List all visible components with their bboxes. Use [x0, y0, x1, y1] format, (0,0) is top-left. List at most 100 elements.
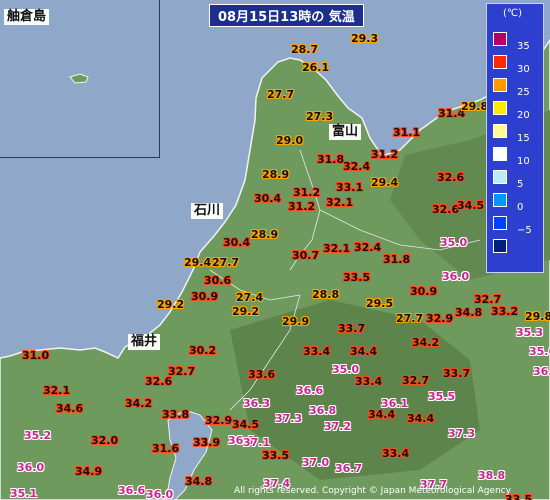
- legend-label: 30: [517, 64, 530, 75]
- legend-unit: (℃): [503, 8, 523, 19]
- temperature-reading: 28.7: [291, 43, 319, 56]
- temperature-reading: 30.7: [292, 249, 320, 262]
- temperature-reading: 36.6: [118, 484, 146, 497]
- legend-row: 35: [493, 32, 543, 52]
- legend-swatch: [493, 124, 507, 138]
- legend-swatch: [493, 55, 507, 69]
- temperature-reading: 31.6: [152, 442, 180, 455]
- temperature-reading: 34.5: [457, 199, 485, 212]
- temperature-reading: 36.5: [533, 365, 550, 378]
- temperature-reading: 34.8: [455, 306, 483, 319]
- temperature-reading: 29.2: [232, 305, 260, 318]
- temperature-reading: 34.4: [368, 408, 396, 421]
- legend-row: 5: [493, 170, 543, 190]
- temperature-reading: 33.8: [162, 408, 190, 421]
- legend-row: 20: [493, 101, 543, 121]
- temperature-reading: 27.7: [396, 312, 424, 325]
- temperature-reading: 28.9: [262, 168, 290, 181]
- temperature-reading: 33.4: [355, 375, 383, 388]
- legend-swatch: [493, 216, 507, 230]
- temperature-reading: 31.0: [22, 349, 50, 362]
- legend-label: 35: [517, 41, 530, 52]
- temperature-reading: 27.7: [212, 256, 240, 269]
- temperature-reading: 36.0: [17, 461, 45, 474]
- temperature-reading: 27.4: [236, 291, 264, 304]
- temperature-reading: 36.0: [146, 488, 174, 500]
- temperature-reading: 29.2: [157, 298, 185, 311]
- temperature-reading: 27.3: [306, 110, 334, 123]
- temperature-reading: 32.9: [426, 312, 454, 325]
- temperature-reading: 32.7: [402, 374, 430, 387]
- temperature-reading: 33.1: [336, 181, 364, 194]
- temperature-reading: 34.2: [125, 397, 153, 410]
- inset-label: 舳倉島: [4, 9, 50, 25]
- temperature-reading: 35.0: [440, 236, 468, 249]
- temperature-reading: 33.5: [343, 271, 371, 284]
- legend-row: [493, 239, 543, 255]
- temperature-reading: 34.6: [56, 402, 84, 415]
- temperature-reading: 31.1: [393, 126, 421, 139]
- temperature-reading: 35.2: [24, 429, 52, 442]
- temperature-reading: 33.7: [338, 322, 366, 335]
- legend-row: 10: [493, 147, 543, 167]
- legend: (℃) 35 30 25 20 15 10 5 0 −5: [486, 3, 544, 273]
- prefecture-label-fukui: 福井: [128, 334, 161, 350]
- temperature-reading: 32.6: [432, 203, 460, 216]
- temperature-reading: 34.2: [412, 336, 440, 349]
- legend-swatch: [493, 32, 507, 46]
- temperature-reading: 29.8: [525, 310, 550, 323]
- legend-label: −5: [517, 225, 532, 236]
- temperature-reading: 36.8: [309, 404, 337, 417]
- legend-label: 25: [517, 87, 530, 98]
- temperature-reading: 32.9: [205, 414, 233, 427]
- temperature-reading: 32.1: [323, 242, 351, 255]
- legend-swatch: [493, 78, 507, 92]
- temperature-reading: 32.4: [343, 160, 371, 173]
- temperature-reading: 35.1: [10, 487, 38, 500]
- temperature-reading: 33.4: [303, 345, 331, 358]
- legend-label: 10: [517, 156, 530, 167]
- temperature-reading: 30.9: [191, 290, 219, 303]
- temperature-reading: 33.2: [491, 305, 519, 318]
- temperature-reading: 37.3: [275, 412, 303, 425]
- temperature-reading: 30.4: [223, 236, 251, 249]
- copyright: All rights reserved. Copyright © Japan M…: [234, 486, 511, 496]
- temperature-reading: 34.4: [407, 412, 435, 425]
- temperature-reading: 35.6: [529, 345, 550, 358]
- temperature-reading: 32.6: [145, 375, 173, 388]
- temperature-reading: 33.9: [193, 436, 221, 449]
- temperature-map: 舳倉島 08月15日13時の 気温 富山 石川 福井 29.3 28.7 26.1 2…: [0, 0, 550, 500]
- legend-label: 5: [517, 179, 524, 190]
- temperature-reading: 29.3: [351, 32, 379, 45]
- temperature-reading: 35.5: [428, 390, 456, 403]
- legend-row: 0: [493, 193, 543, 213]
- temperature-reading: 29.8: [461, 100, 489, 113]
- temperature-reading: 26.1: [302, 61, 330, 74]
- prefecture-label-toyama: 富山: [329, 124, 362, 140]
- temperature-reading: 34.8: [185, 475, 213, 488]
- temperature-reading: 38.8: [478, 469, 506, 482]
- temperature-reading: 31.2: [288, 200, 316, 213]
- temperature-reading: 36.3: [243, 397, 271, 410]
- temperature-reading: 29.5: [366, 297, 394, 310]
- temperature-reading: 33.7: [443, 367, 471, 380]
- temperature-reading: 30.6: [204, 274, 232, 287]
- temperature-reading: 31.2: [371, 148, 399, 161]
- temperature-reading: 29.9: [282, 315, 310, 328]
- legend-swatch: [493, 147, 507, 161]
- temperature-reading: 37.2: [324, 420, 352, 433]
- temperature-reading: 27.7: [267, 88, 295, 101]
- temperature-reading: 31.8: [383, 253, 411, 266]
- temperature-reading: 28.8: [312, 288, 340, 301]
- temperature-reading: 29.0: [276, 134, 304, 147]
- temperature-reading: 29.4: [184, 256, 212, 269]
- temperature-reading: 33.4: [382, 447, 410, 460]
- temperature-reading: 37.3: [448, 427, 476, 440]
- temperature-reading: 36.7: [335, 462, 363, 475]
- legend-row: −5: [493, 216, 543, 236]
- temperature-reading: 32.1: [43, 384, 71, 397]
- legend-swatch: [493, 170, 507, 184]
- legend-row: 15: [493, 124, 543, 144]
- temperature-reading: 31.8: [317, 153, 345, 166]
- temperature-reading: 33.5: [262, 449, 290, 462]
